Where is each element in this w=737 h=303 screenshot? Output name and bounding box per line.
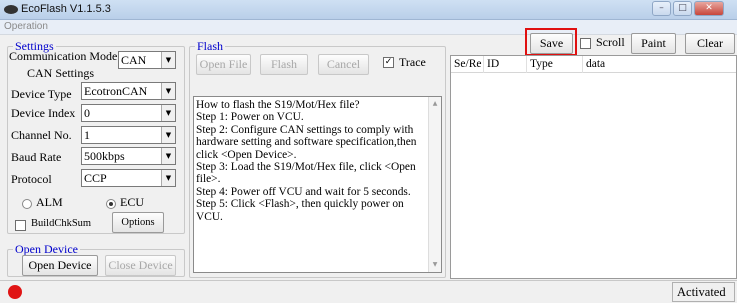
app-icon: [4, 5, 18, 14]
column-data[interactable]: data: [583, 56, 737, 73]
clear-button[interactable]: Clear: [685, 33, 735, 54]
baud-rate-label: Baud Rate: [11, 150, 62, 164]
flash-title: Flash: [195, 39, 226, 53]
device-type-value: EcotronCAN: [84, 84, 148, 98]
activation-status: Activated: [672, 282, 735, 302]
alm-radio[interactable]: [22, 199, 32, 209]
baud-rate-select[interactable]: 500kbps ▼: [81, 147, 176, 165]
ecu-radio[interactable]: [106, 199, 116, 209]
buildchksum-label: BuildChkSum: [31, 218, 92, 229]
flash-button[interactable]: Flash: [260, 54, 308, 75]
close-button[interactable]: ✕: [694, 1, 724, 16]
close-device-button[interactable]: Close Device: [105, 255, 176, 276]
trace-list-header: Se/Re ID Type data: [451, 56, 736, 73]
minimize-button[interactable]: –: [652, 1, 671, 16]
help-text-body: How to flash the S19/Mot/Hex file? Step …: [196, 99, 428, 223]
options-button[interactable]: Options: [112, 212, 164, 233]
help-line: Step 3: Load the S19/Mot/Hex file, click…: [196, 161, 419, 186]
chevron-down-icon: ▼: [161, 170, 175, 186]
device-type-select[interactable]: EcotronCAN ▼: [81, 82, 176, 100]
baud-rate-value: 500kbps: [84, 149, 125, 163]
device-index-label: Device Index: [11, 106, 76, 120]
trace-list[interactable]: Se/Re ID Type data: [450, 55, 737, 279]
status-bar: Activated: [0, 280, 737, 303]
column-type[interactable]: Type: [527, 56, 583, 73]
alm-label: ALM: [36, 195, 63, 209]
scroll-down-icon[interactable]: ▼: [429, 259, 441, 271]
column-se-re[interactable]: Se/Re: [451, 56, 484, 73]
chevron-down-icon: ▼: [161, 127, 175, 143]
protocol-select[interactable]: CCP ▼: [81, 169, 176, 187]
chevron-down-icon: ▼: [161, 105, 175, 121]
scroll-checkbox[interactable]: [580, 38, 591, 49]
comm-mode-value: CAN: [121, 53, 147, 67]
flash-help-text[interactable]: How to flash the S19/Mot/Hex file? Step …: [193, 96, 442, 273]
help-scrollbar[interactable]: ▲ ▼: [428, 97, 441, 272]
protocol-value: CCP: [84, 171, 107, 185]
help-line: Step 2: Configure CAN settings to comply…: [196, 123, 420, 161]
device-type-label: Device Type: [11, 87, 72, 101]
open-file-button[interactable]: Open File: [196, 54, 251, 75]
save-highlight-box: [525, 28, 577, 56]
cancel-button[interactable]: Cancel: [318, 54, 369, 75]
chevron-down-icon: ▼: [161, 52, 175, 68]
menu-operation[interactable]: Operation: [4, 21, 48, 32]
trace-label: Trace: [399, 55, 426, 69]
can-settings-title: CAN Settings: [25, 66, 97, 80]
channel-label: Channel No.: [11, 128, 72, 142]
buildchksum-checkbox[interactable]: [15, 220, 26, 231]
chevron-down-icon: ▼: [161, 148, 175, 164]
menu-bar: Operation: [0, 20, 737, 35]
scroll-up-icon[interactable]: ▲: [429, 98, 441, 110]
protocol-label: Protocol: [11, 172, 52, 186]
column-id[interactable]: ID: [484, 56, 527, 73]
trace-checkbox[interactable]: ✓: [383, 57, 394, 68]
title-bar: EcoFlash V1.1.5.3 – □ ✕: [0, 0, 737, 20]
help-line: How to flash the S19/Mot/Hex file?: [196, 99, 360, 111]
chevron-down-icon: ▼: [161, 83, 175, 99]
paint-button[interactable]: Paint: [631, 33, 676, 54]
help-line: Step 1: Power on VCU.: [196, 111, 304, 124]
device-index-select[interactable]: 0 ▼: [81, 104, 176, 122]
device-index-value: 0: [84, 106, 90, 120]
open-device-button[interactable]: Open Device: [22, 255, 98, 276]
comm-mode-label: Communication Mode: [9, 49, 118, 63]
channel-value: 1: [84, 128, 90, 142]
scroll-label: Scroll: [596, 35, 625, 49]
open-device-title: Open Device: [13, 242, 80, 256]
window-title: EcoFlash V1.1.5.3: [21, 3, 111, 15]
help-line: Step 5: Click <Flash>, then quickly powe…: [196, 198, 407, 223]
ecu-label: ECU: [120, 195, 144, 209]
channel-select[interactable]: 1 ▼: [81, 126, 176, 144]
connection-status-icon: [8, 285, 22, 299]
maximize-button[interactable]: □: [673, 1, 692, 16]
help-line: Step 4: Power off VCU and wait for 5 sec…: [196, 185, 411, 198]
comm-mode-select[interactable]: CAN ▼: [118, 51, 176, 69]
